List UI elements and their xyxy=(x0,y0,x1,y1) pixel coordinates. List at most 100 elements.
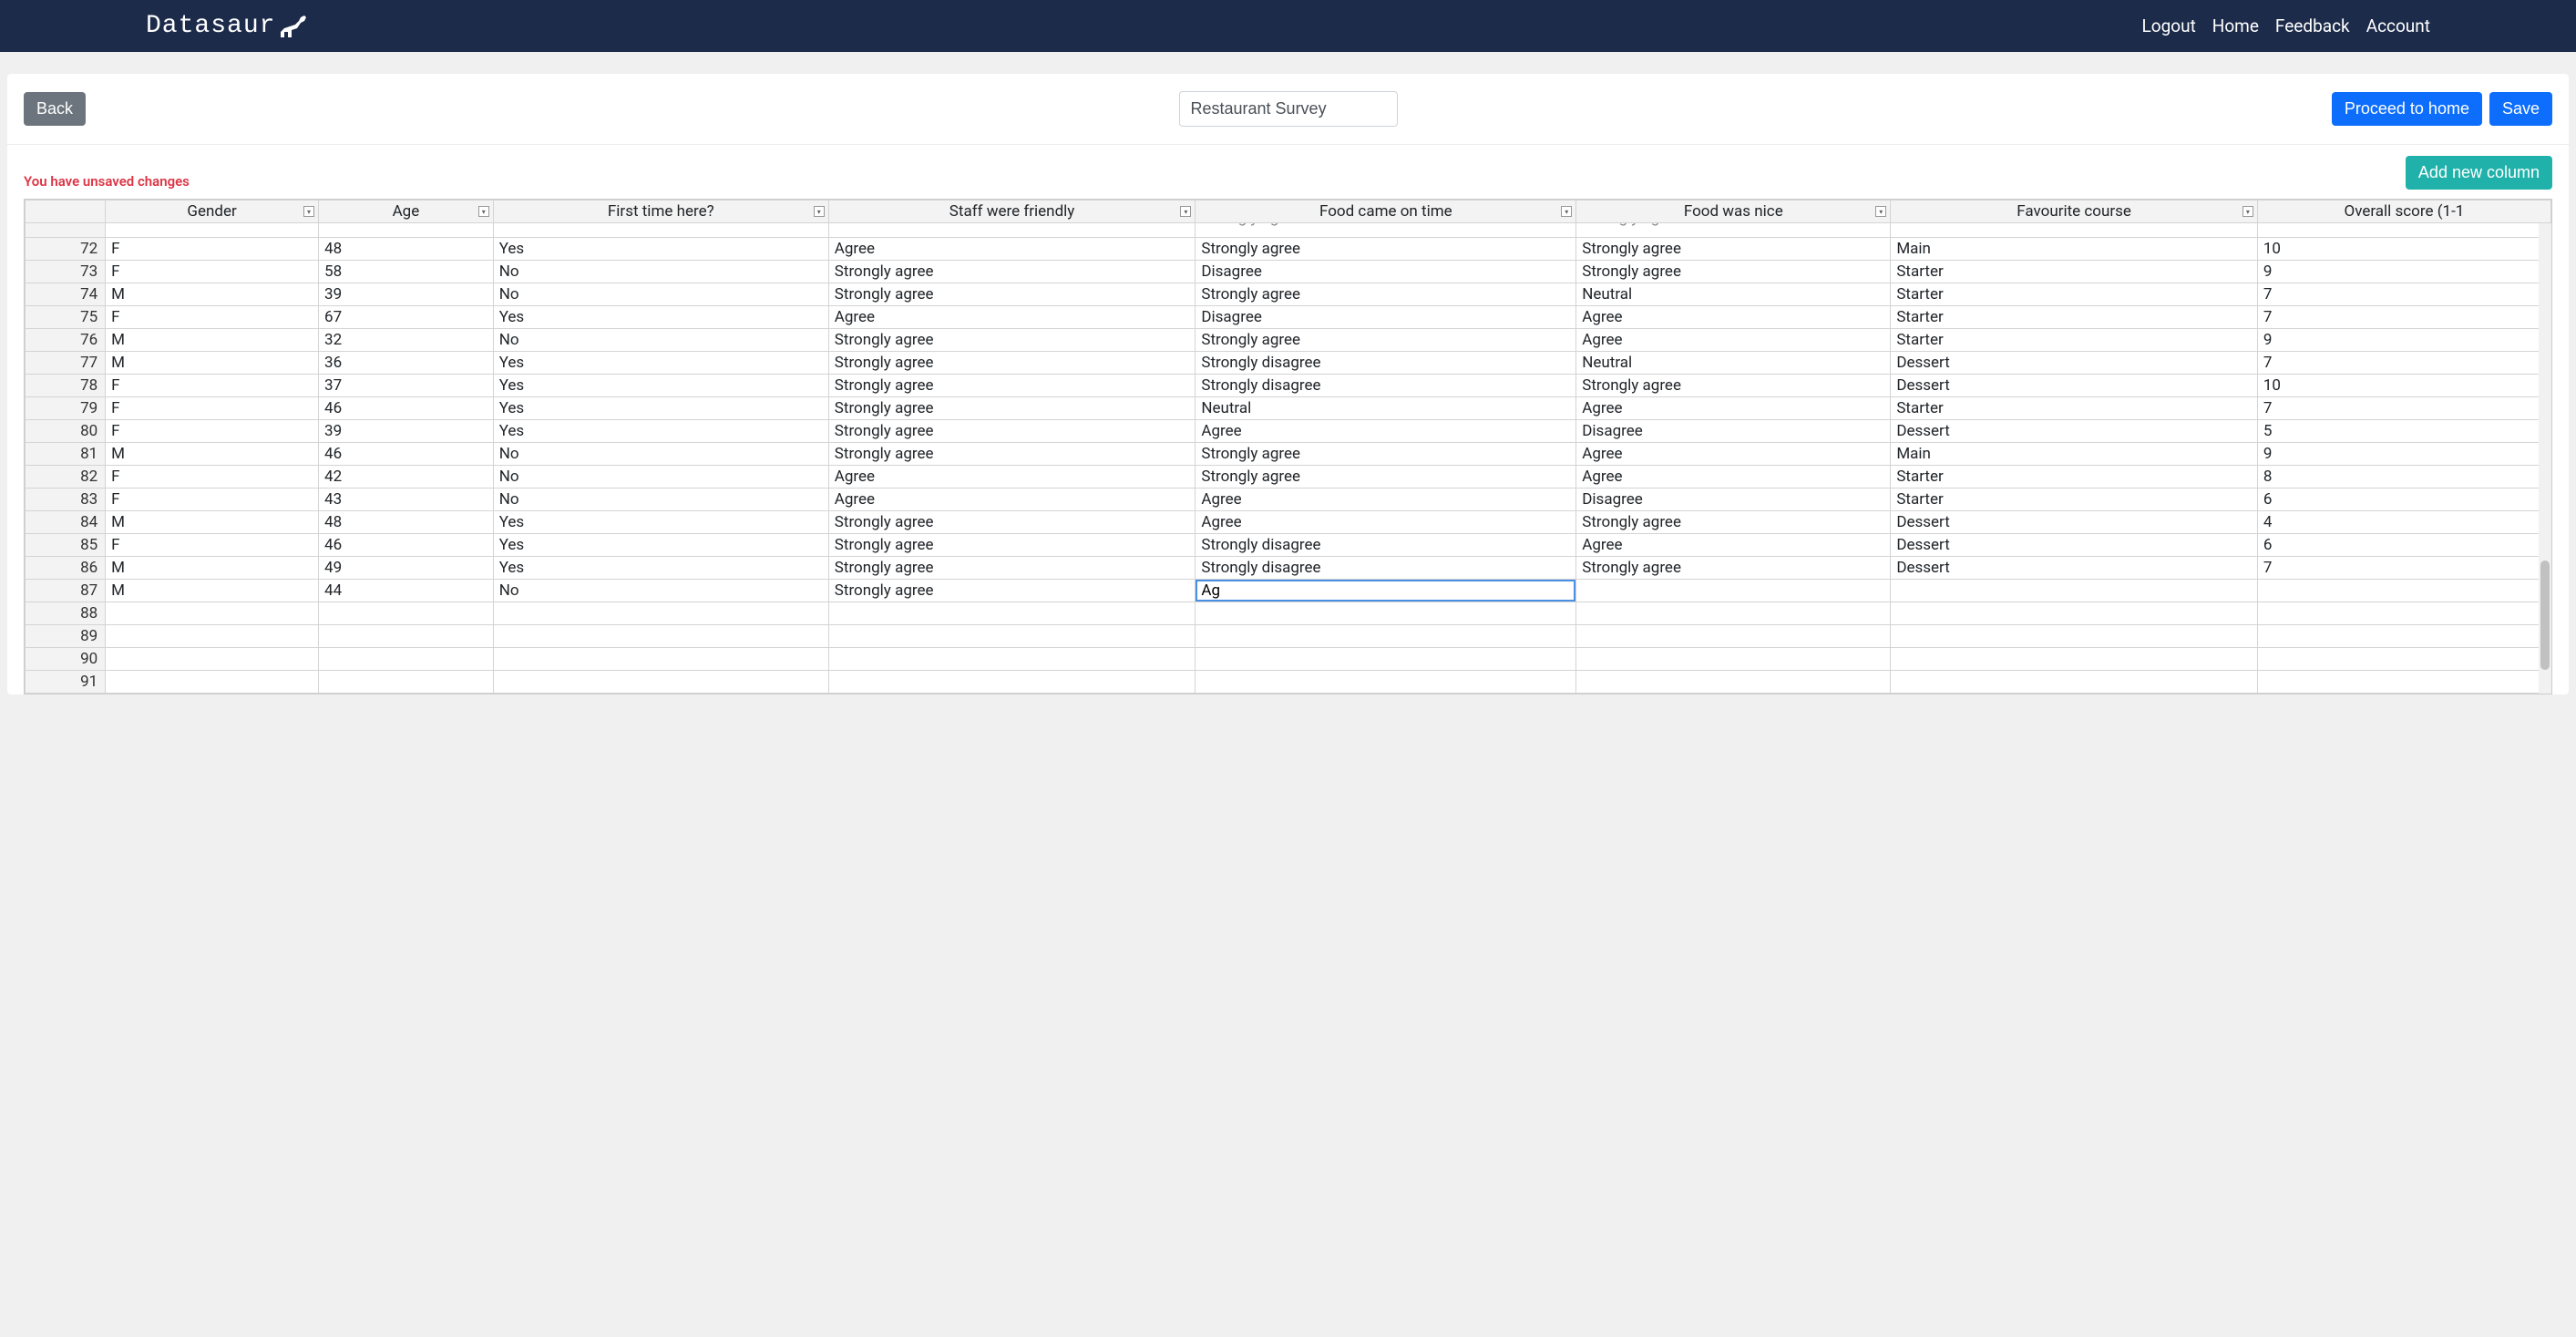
cell[interactable]: Agree xyxy=(828,489,1196,511)
cell[interactable]: Starter xyxy=(1891,306,2258,329)
cell[interactable]: Yes xyxy=(493,238,828,261)
cell[interactable]: Agree xyxy=(828,306,1196,329)
nav-home[interactable]: Home xyxy=(2212,15,2259,36)
cell[interactable]: 35 xyxy=(319,223,494,238)
cell[interactable]: Strongly disagree xyxy=(1196,352,1576,375)
scrollbar-thumb[interactable] xyxy=(2540,561,2550,670)
cell[interactable] xyxy=(2257,625,2550,648)
filter-icon[interactable]: ▾ xyxy=(1180,206,1191,217)
cell[interactable]: Neutral xyxy=(1576,352,1891,375)
cell[interactable]: 48 xyxy=(319,511,494,534)
cell[interactable]: Neutral xyxy=(1196,397,1576,420)
save-button[interactable]: Save xyxy=(2489,92,2552,126)
cell[interactable]: 10 xyxy=(2257,375,2550,397)
cell[interactable]: 48 xyxy=(319,238,494,261)
cell[interactable]: Strongly disagree xyxy=(1196,375,1576,397)
cell[interactable]: Disagree xyxy=(1576,489,1891,511)
cell[interactable]: 6 xyxy=(2257,489,2550,511)
cell[interactable]: Main xyxy=(1891,443,2258,466)
cell[interactable]: M xyxy=(106,580,319,602)
cell[interactable]: F xyxy=(106,306,319,329)
cell[interactable] xyxy=(1891,602,2258,625)
sheet-title-input[interactable] xyxy=(1179,91,1398,127)
row-number-cell[interactable]: 76 xyxy=(26,329,106,352)
row-number-cell[interactable]: 75 xyxy=(26,306,106,329)
cell[interactable]: Disagree xyxy=(1576,420,1891,443)
cell[interactable]: F xyxy=(106,375,319,397)
row-number-cell[interactable]: 77 xyxy=(26,352,106,375)
cell[interactable]: 7 xyxy=(2257,397,2550,420)
cell[interactable]: 7 xyxy=(2257,557,2550,580)
cell[interactable]: Strongly agree xyxy=(828,261,1196,283)
cell[interactable]: 71 xyxy=(26,223,106,238)
back-button[interactable]: Back xyxy=(24,92,86,126)
cell[interactable]: Yes xyxy=(493,534,828,557)
cell[interactable]: M xyxy=(106,443,319,466)
cell[interactable]: Yes xyxy=(493,420,828,443)
cell[interactable]: 37 xyxy=(319,375,494,397)
cell[interactable]: 9 xyxy=(2257,329,2550,352)
cell[interactable] xyxy=(2257,671,2550,694)
cell[interactable]: M xyxy=(106,352,319,375)
vertical-scrollbar[interactable] xyxy=(2539,223,2551,694)
cell[interactable]: M xyxy=(106,329,319,352)
cell[interactable] xyxy=(319,671,494,694)
row-number-cell[interactable]: 87 xyxy=(26,580,106,602)
cell[interactable]: Agree xyxy=(1196,489,1576,511)
cell[interactable]: Agree xyxy=(1576,306,1891,329)
cell[interactable]: 58 xyxy=(319,261,494,283)
cell[interactable]: Dessert xyxy=(1891,534,2258,557)
cell[interactable]: Strongly agree xyxy=(828,329,1196,352)
cell[interactable] xyxy=(493,602,828,625)
col-header-food-nice[interactable]: Food was nice▾ xyxy=(1576,201,1891,223)
row-number-cell[interactable]: 82 xyxy=(26,466,106,489)
cell[interactable]: Neutral xyxy=(828,223,1196,238)
cell[interactable]: Strongly disagree xyxy=(1196,557,1576,580)
cell[interactable] xyxy=(1576,580,1891,602)
cell[interactable]: F xyxy=(106,466,319,489)
cell-editor-input[interactable] xyxy=(1196,580,1575,602)
cell[interactable]: Agree xyxy=(1196,420,1576,443)
col-header-gender[interactable]: Gender▾ xyxy=(106,201,319,223)
cell[interactable]: 10 xyxy=(2257,238,2550,261)
cell[interactable] xyxy=(1196,602,1576,625)
row-number-cell[interactable]: 80 xyxy=(26,420,106,443)
cell[interactable]: 49 xyxy=(319,557,494,580)
cell[interactable]: 39 xyxy=(319,283,494,306)
cell[interactable] xyxy=(1891,648,2258,671)
cell[interactable] xyxy=(106,602,319,625)
cell[interactable]: Strongly agree xyxy=(1576,557,1891,580)
cell[interactable]: Agree xyxy=(1576,466,1891,489)
cell[interactable]: Strongly agree xyxy=(1576,375,1891,397)
cell[interactable]: Starter xyxy=(1891,261,2258,283)
cell[interactable] xyxy=(319,648,494,671)
cell[interactable]: F xyxy=(106,534,319,557)
cell[interactable]: 9 xyxy=(2257,261,2550,283)
cell[interactable]: No xyxy=(493,329,828,352)
cell[interactable]: Strongly agree xyxy=(1576,223,1891,238)
cell[interactable]: 46 xyxy=(319,534,494,557)
cell[interactable]: Strongly agree xyxy=(828,443,1196,466)
row-number-cell[interactable]: 85 xyxy=(26,534,106,557)
cell[interactable] xyxy=(1891,625,2258,648)
cell[interactable] xyxy=(1576,625,1891,648)
cell[interactable]: Agree xyxy=(1576,534,1891,557)
cell[interactable]: Agree xyxy=(1576,443,1891,466)
cell[interactable]: 44 xyxy=(319,580,494,602)
cell[interactable]: Strongly agree xyxy=(828,375,1196,397)
cell[interactable]: Strongly agree xyxy=(1576,238,1891,261)
cell[interactable]: Agree xyxy=(1576,329,1891,352)
cell[interactable]: No xyxy=(493,261,828,283)
cell[interactable] xyxy=(493,625,828,648)
cell[interactable]: Dessert xyxy=(1891,557,2258,580)
cell[interactable]: Agree xyxy=(828,466,1196,489)
row-number-cell[interactable]: 73 xyxy=(26,261,106,283)
cell[interactable]: 9 xyxy=(2257,443,2550,466)
cell[interactable]: 8 xyxy=(2257,223,2550,238)
cell[interactable]: Dessert xyxy=(1891,352,2258,375)
cell[interactable]: Yes xyxy=(493,397,828,420)
cell[interactable]: F xyxy=(106,489,319,511)
cell[interactable]: Starter xyxy=(1891,283,2258,306)
cell[interactable] xyxy=(2257,602,2550,625)
corner-cell[interactable] xyxy=(26,201,106,223)
